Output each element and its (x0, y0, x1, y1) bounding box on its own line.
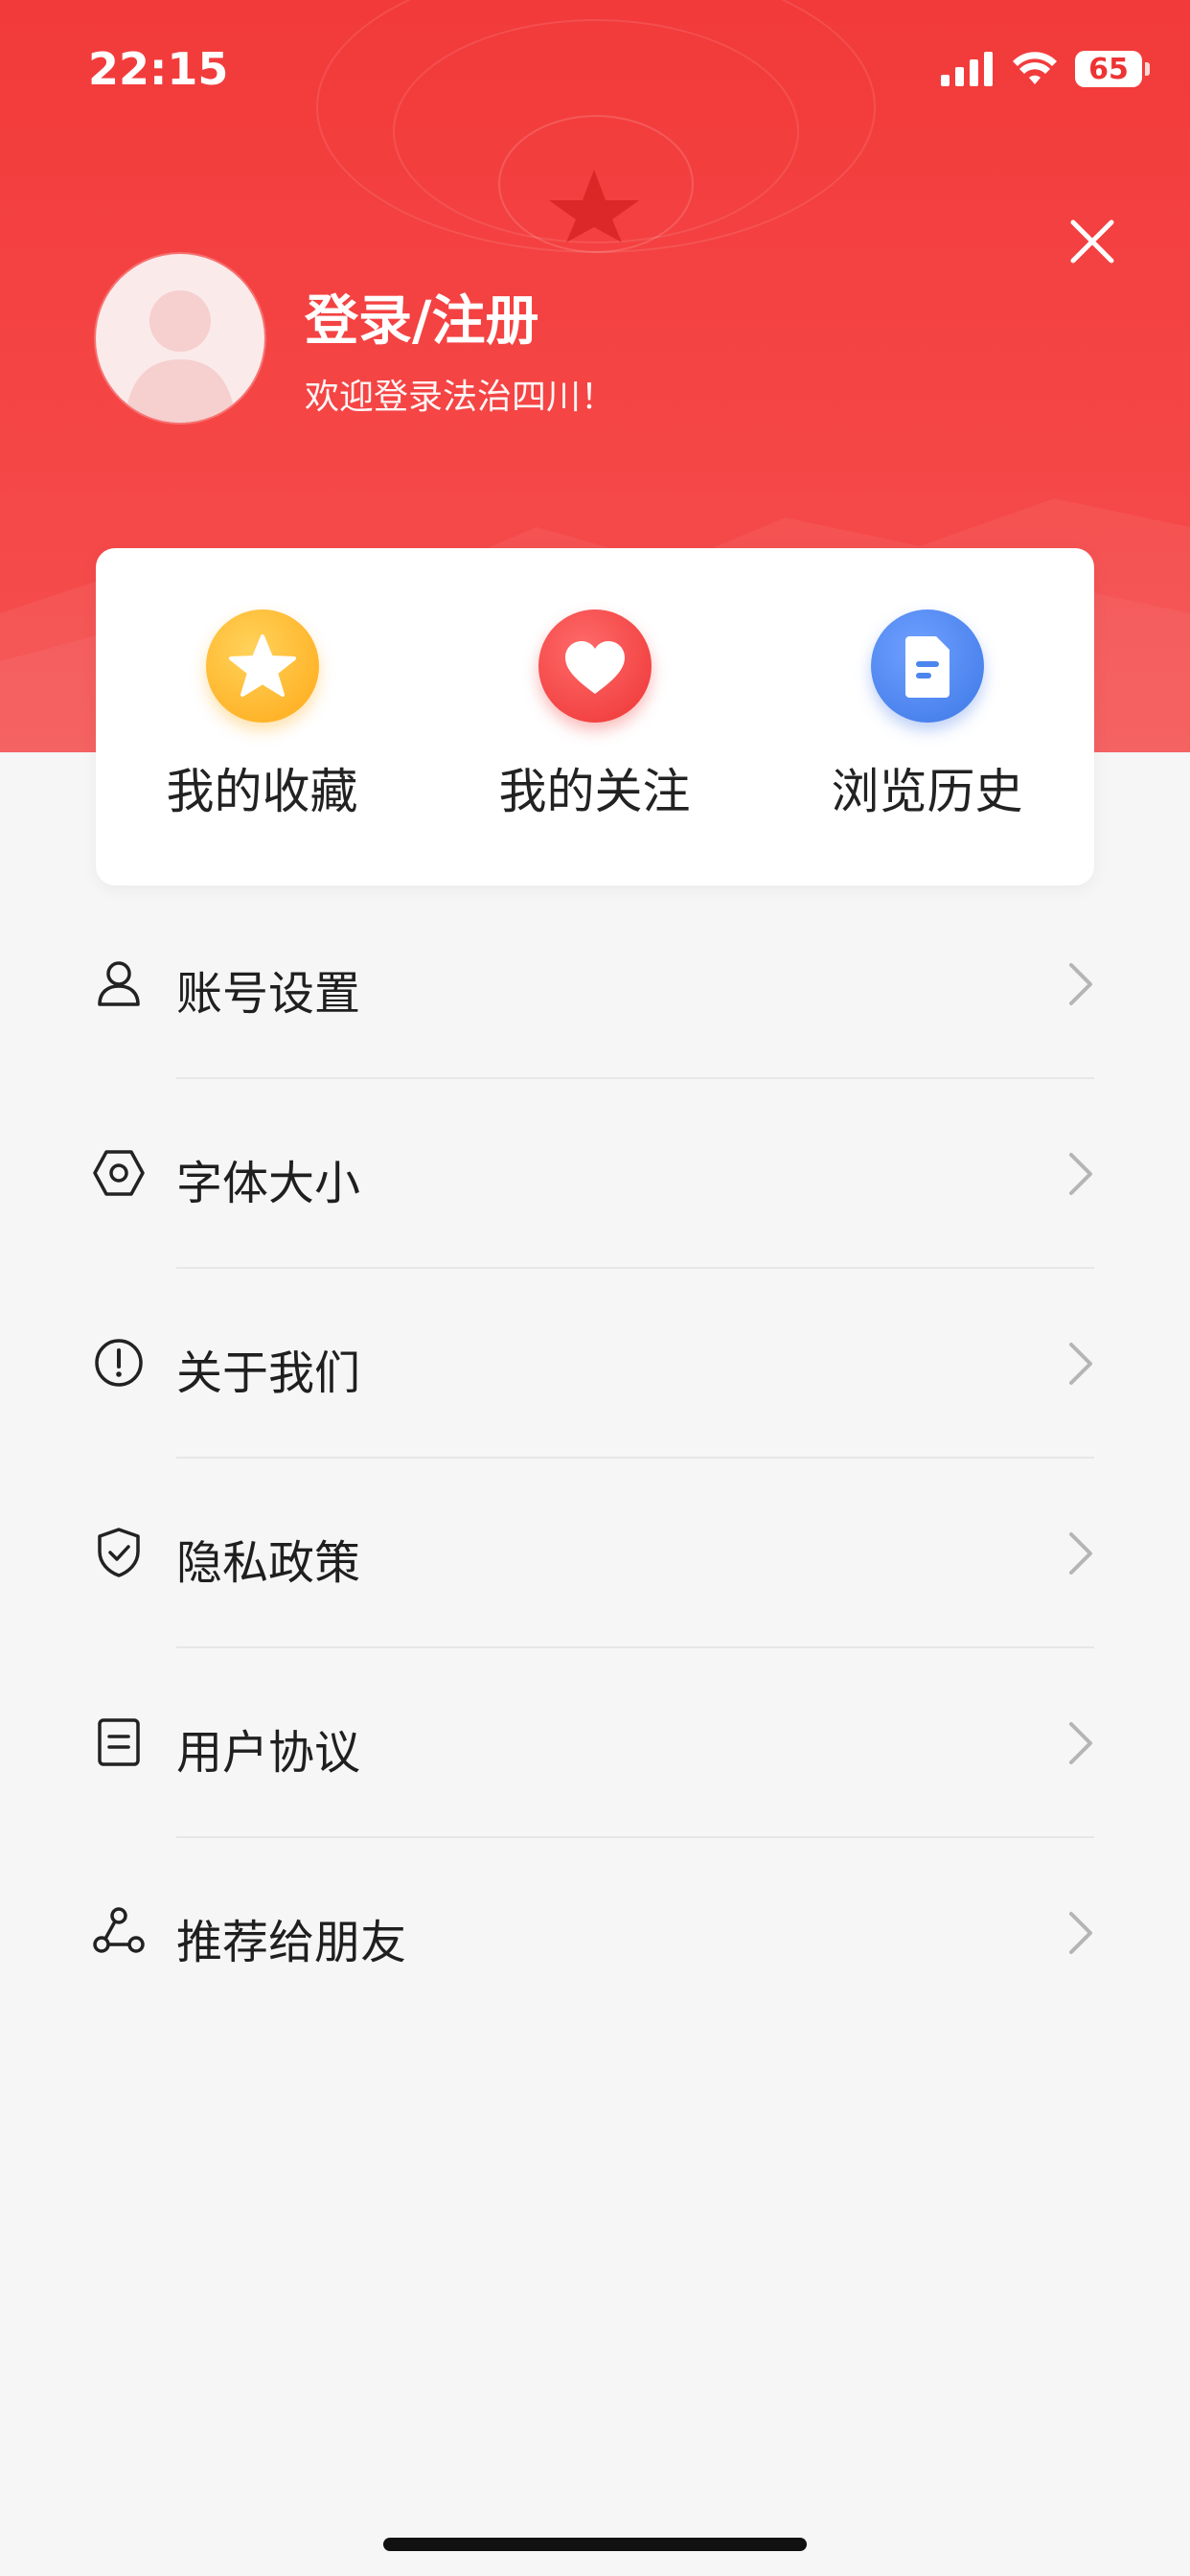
menu-item-font-size[interactable]: 字体大小 (0, 1079, 1190, 1269)
system-icons: 65 (941, 48, 1150, 90)
menu-item-user-agreement[interactable]: 用户协议 (0, 1648, 1190, 1838)
heart-icon (538, 610, 652, 723)
chevron-right-icon (1069, 1532, 1092, 1575)
login-register-link[interactable]: 登录/注册 (305, 278, 538, 356)
quick-actions-card: 我的收藏 我的关注 浏览历史 (96, 548, 1094, 886)
chevron-right-icon (1069, 1343, 1092, 1385)
menu-item-label: 账号设置 (176, 967, 361, 1021)
status-time: 22:15 (88, 43, 229, 95)
welcome-text: 欢迎登录法治四川！ (305, 378, 616, 417)
quick-action-label: 浏览历史 (831, 764, 1023, 819)
menu-item-label: 关于我们 (176, 1346, 361, 1400)
chevron-right-icon (1069, 1153, 1092, 1195)
menu-item-label: 用户协议 (176, 1726, 361, 1780)
menu-item-account-settings[interactable]: 账号设置 (0, 889, 1190, 1079)
hexagon-settings-icon (93, 1150, 145, 1196)
avatar[interactable] (96, 254, 264, 423)
quick-action-history[interactable]: 浏览历史 (761, 548, 1093, 886)
share-icon (93, 1907, 145, 1953)
menu-item-label: 推荐给朋友 (176, 1916, 407, 1969)
quick-action-favorites[interactable]: 我的收藏 (96, 548, 428, 886)
default-avatar-icon (125, 290, 236, 423)
menu-item-about-us[interactable]: 关于我们 (0, 1269, 1190, 1459)
quick-action-following[interactable]: 我的关注 (428, 548, 761, 886)
user-icon (98, 961, 140, 1006)
quick-action-label: 我的收藏 (166, 764, 358, 819)
document-icon (870, 610, 984, 723)
info-circle-icon (95, 1339, 143, 1387)
document-lines-icon (98, 1718, 140, 1766)
chevron-right-icon (1069, 1912, 1092, 1954)
home-indicator[interactable] (383, 2538, 807, 2551)
chevron-right-icon (1069, 1722, 1092, 1764)
menu-item-privacy-policy[interactable]: 隐私政策 (0, 1459, 1190, 1648)
emblem-star-icon (549, 170, 639, 242)
menu-item-recommend-friends[interactable]: 推荐给朋友 (0, 1838, 1190, 2028)
menu-item-label: 隐私政策 (176, 1536, 361, 1590)
shield-check-icon (98, 1528, 140, 1577)
battery-indicator: 65 (1075, 51, 1150, 87)
chevron-right-icon (1069, 963, 1092, 1005)
menu-item-label: 字体大小 (176, 1157, 361, 1210)
wifi-icon (1013, 52, 1057, 84)
star-icon (205, 610, 319, 723)
signal-icon (941, 52, 993, 86)
settings-menu: 账号设置 字体大小 关于我们 隐私政策 用户协议 推荐给朋友 (0, 889, 1190, 2028)
close-icon[interactable] (1064, 213, 1121, 270)
quick-action-label: 我的关注 (498, 764, 691, 819)
status-bar: 22:15 65 (0, 0, 1190, 144)
